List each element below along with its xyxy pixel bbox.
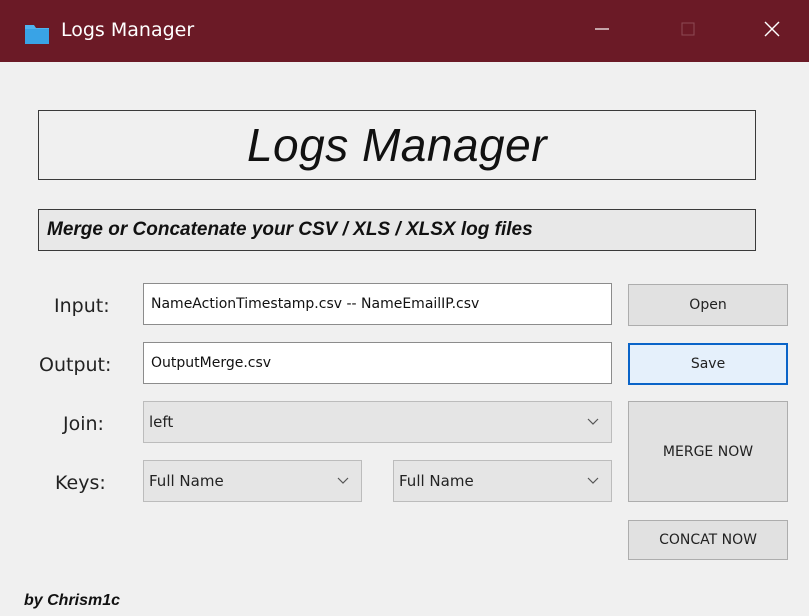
folder-icon xyxy=(24,21,50,45)
chevron-down-icon xyxy=(587,418,599,426)
page-title: Logs Manager xyxy=(246,119,548,171)
minimize-icon xyxy=(594,21,610,41)
join-select[interactable]: left xyxy=(143,401,612,443)
right-key-value: Full Name xyxy=(399,472,474,490)
input-label: Input: xyxy=(54,295,110,317)
left-key-value: Full Name xyxy=(149,472,224,490)
open-button[interactable]: Open xyxy=(628,284,788,326)
footer-credit: by Chrism1c xyxy=(24,592,121,609)
right-key-select[interactable]: Full Name xyxy=(393,460,612,502)
header-banner: Logs Manager xyxy=(38,110,756,180)
join-select-value: left xyxy=(149,413,174,431)
close-icon xyxy=(763,20,781,42)
minimize-button[interactable] xyxy=(572,0,632,62)
maximize-button[interactable] xyxy=(658,0,718,62)
output-file-field[interactable] xyxy=(143,342,612,384)
merge-now-button[interactable]: MERGE NOW xyxy=(628,401,788,502)
subtitle-text: Merge or Concatenate your CSV / XLS / XL… xyxy=(47,219,533,240)
concat-now-button[interactable]: CONCAT NOW xyxy=(628,520,788,560)
save-button[interactable]: Save xyxy=(628,343,788,385)
maximize-icon xyxy=(680,21,696,41)
subtitle-banner: Merge or Concatenate your CSV / XLS / XL… xyxy=(38,209,756,251)
close-button[interactable] xyxy=(742,0,802,62)
join-label: Join: xyxy=(63,413,104,435)
input-files-field[interactable] xyxy=(143,283,612,325)
chevron-down-icon xyxy=(337,477,349,485)
chevron-down-icon xyxy=(587,477,599,485)
output-label: Output: xyxy=(39,354,112,376)
title-bar[interactable]: Logs Manager xyxy=(0,0,809,62)
window-title: Logs Manager xyxy=(61,19,195,41)
keys-label: Keys: xyxy=(55,472,106,494)
left-key-select[interactable]: Full Name xyxy=(143,460,362,502)
